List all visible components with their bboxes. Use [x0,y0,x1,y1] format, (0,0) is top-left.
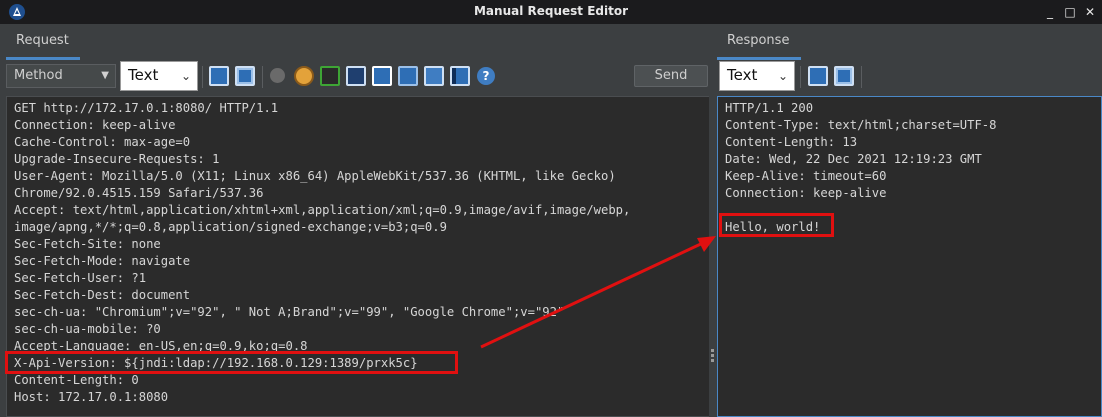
maximize-button[interactable]: □ [1062,4,1078,20]
request-line: sec-ch-ua: "Chromium";v="92", " Not A;Br… [14,305,565,319]
toolbar-separator [800,66,801,88]
request-line: Accept: text/html,application/xhtml+xml,… [14,203,631,217]
list-icon[interactable] [424,66,444,86]
cookie-icon[interactable] [294,66,314,86]
request-line: Chrome/92.0.4515.159 Safari/537.36 [14,186,264,200]
method-select-label: Method [14,68,63,83]
pane-splitter[interactable] [709,96,717,417]
table-icon[interactable] [450,66,470,86]
request-line: GET http://172.17.0.1:8080/ HTTP/1.1 [14,101,279,115]
title-bar: Manual Request Editor _ □ ✕ [0,0,1102,24]
tab-request[interactable]: Request [6,32,80,60]
toolbar-separator [202,66,203,88]
chevron-down-icon: ⌄ [180,69,191,83]
response-tab-bar: Response [717,24,1102,60]
response-line: Keep-Alive: timeout=60 [725,169,887,183]
splitter-grip [711,349,714,352]
response-line: Date: Wed, 22 Dec 2021 12:19:23 GMT [725,152,982,166]
request-line: Content-Length: 0 [14,373,139,387]
request-line: Sec-Fetch-Site: none [14,237,161,251]
request-line: Sec-Fetch-Mode: navigate [14,254,191,268]
request-line: image/apng,*/*;q=0.8,application/signed-… [14,220,447,234]
window-title: Manual Request Editor [473,4,629,18]
annotation-box-request-header [5,351,458,374]
request-line: Sec-Fetch-Dest: document [14,288,191,302]
response-toolbar: Text ⌄ [717,60,1102,94]
close-button[interactable]: ✕ [1082,4,1098,20]
request-line: sec-ch-ua-mobile: ?0 [14,322,161,336]
response-view-select-label: Text [727,66,758,84]
minimize-button[interactable]: _ [1042,4,1058,20]
save-icon[interactable] [372,66,392,86]
follow-redirect-icon[interactable] [320,66,340,86]
response-line: Content-Length: 13 [725,135,858,149]
window-icon[interactable] [346,66,366,86]
request-line: Sec-Fetch-User: ?1 [14,271,147,285]
split-horizontal-icon[interactable] [834,66,854,86]
request-line: Connection: keep-alive [14,118,176,132]
request-line: Upgrade-Insecure-Requests: 1 [14,152,220,166]
response-line: HTTP/1.1 200 [725,101,814,115]
annotation-box-response-body [719,213,834,237]
help-icon[interactable]: ? [477,67,495,85]
splitter-grip [711,354,714,357]
request-tab-bar: Request [0,24,709,60]
split-vertical-icon[interactable] [808,66,828,86]
chevron-down-icon: ⌄ [777,69,788,83]
split-vertical-icon[interactable] [209,66,229,86]
split-horizontal-icon[interactable] [235,66,255,86]
response-editor[interactable]: HTTP/1.1 200 Content-Type: text/html;cha… [717,96,1102,417]
send-button[interactable]: Send [634,65,708,87]
record-icon[interactable] [270,68,285,83]
request-line: Cache-Control: max-age=0 [14,135,191,149]
response-line: Content-Type: text/html;charset=UTF-8 [725,118,997,132]
toolbar-separator [262,66,263,88]
request-view-select-label: Text [128,66,159,84]
tab-response[interactable]: Response [717,32,801,60]
chevron-down-icon: ▼ [101,70,109,81]
request-view-select[interactable]: Text ⌄ [120,61,198,91]
toolbar-separator [861,66,862,88]
request-toolbar: Method ▼ Text ⌄ ? Send [0,60,709,94]
request-line: User-Agent: Mozilla/5.0 (X11; Linux x86_… [14,169,616,183]
response-line: Connection: keep-alive [725,186,887,200]
splitter-grip [711,359,714,362]
response-view-select[interactable]: Text ⌄ [719,61,795,91]
request-line: Host: 172.17.0.1:8080 [14,390,169,404]
panel-icon[interactable] [398,66,418,86]
method-select[interactable]: Method ▼ [6,64,116,88]
